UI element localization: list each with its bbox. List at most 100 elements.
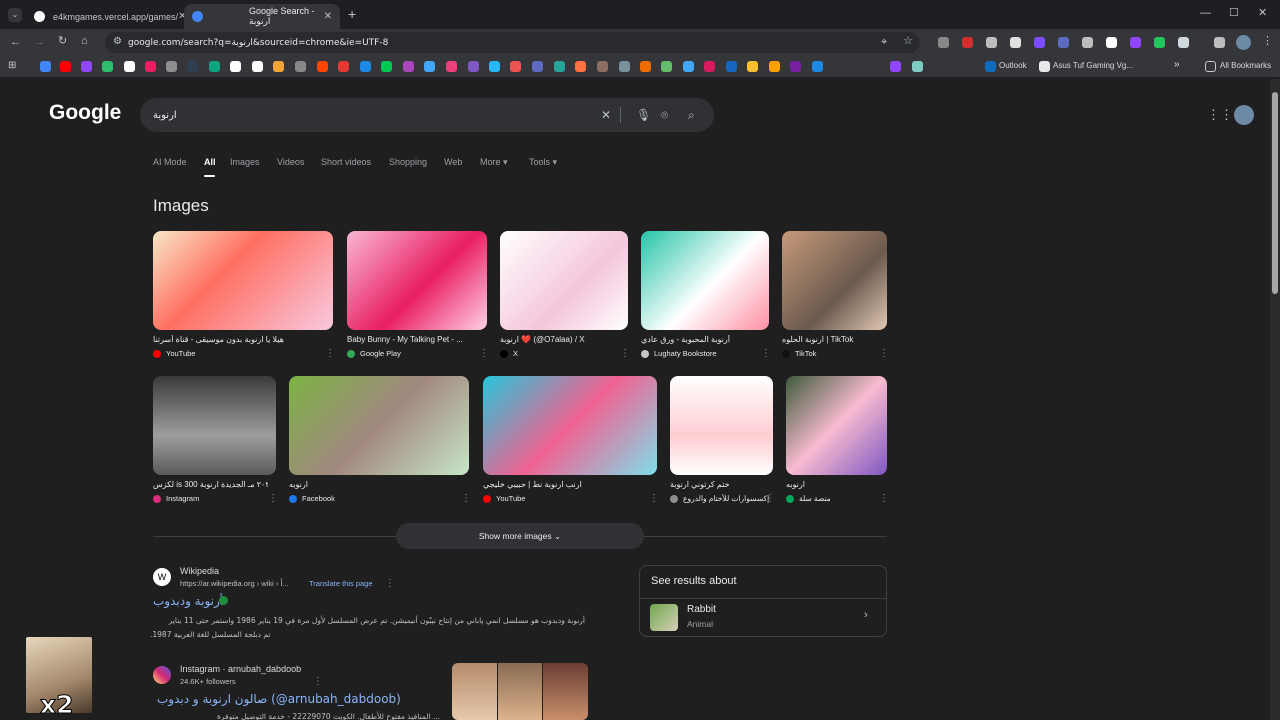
image-title[interactable]: هيلا يا ارنوبة بدون موسيقى - قناة أسرتنا [153, 335, 325, 344]
clear-icon[interactable]: ✕ [601, 108, 611, 122]
chevron-right-icon[interactable]: › [864, 610, 868, 621]
close-icon[interactable]: ✕ [324, 11, 332, 22]
rabbit-thumbnail[interactable] [650, 604, 678, 631]
more-options-icon[interactable]: ⋮ [761, 348, 771, 359]
bookmark-outlook[interactable]: Outlook [999, 61, 1027, 70]
bookmark-icon[interactable] [230, 61, 241, 72]
bookmark-icon[interactable] [166, 61, 177, 72]
tab-videos[interactable]: Videos [277, 157, 304, 167]
site-info-icon[interactable]: ⚙ [113, 37, 122, 47]
more-options-icon[interactable]: ⋮ [765, 493, 775, 504]
mic-icon[interactable]: 🎙 [636, 108, 651, 122]
tab-tools[interactable]: Tools ▾ [529, 157, 557, 168]
translate-link[interactable]: Translate this page [309, 579, 373, 588]
tab-short-videos[interactable]: Short videos [321, 157, 371, 167]
bookmark-icon[interactable] [81, 61, 92, 72]
tab-e4kmgames[interactable]: e4kmgames.vercel.app/games/ ✕ [26, 4, 186, 29]
home-icon[interactable]: ⌂ [81, 36, 88, 47]
image-title[interactable]: ارنوبة الحلوه | TikTok [782, 335, 879, 344]
scrollbar-thumb[interactable] [1272, 92, 1278, 294]
bookmark-asus[interactable]: Asus Tuf Gaming Vg... [1053, 61, 1133, 70]
more-options-icon[interactable]: ⋮ [313, 676, 323, 687]
tab-shopping[interactable]: Shopping [389, 157, 427, 167]
new-tab-button[interactable]: + [348, 7, 356, 21]
image-thumbnail[interactable] [782, 231, 887, 330]
bookmark-icon[interactable] [890, 61, 901, 72]
image-thumbnail[interactable] [153, 231, 333, 330]
bookmark-icon[interactable] [145, 61, 156, 72]
search-input[interactable] [153, 109, 533, 121]
extension-icon[interactable] [1130, 37, 1141, 48]
bookmark-icon[interactable] [102, 61, 113, 72]
camera-icon[interactable]: ⌾ [661, 108, 668, 123]
tab-search-button[interactable]: ⌄ [8, 8, 22, 22]
bookmark-icon[interactable] [403, 61, 414, 72]
google-logo[interactable]: Google [49, 101, 121, 125]
bookmark-icon[interactable] [424, 61, 435, 72]
result-thumbnail[interactable] [452, 663, 497, 720]
image-thumbnail[interactable] [786, 376, 887, 475]
tab-all[interactable]: All [204, 157, 216, 167]
bookmark-icon[interactable] [381, 61, 392, 72]
bookmark-icon[interactable] [619, 61, 630, 72]
entity-name[interactable]: Rabbit [687, 604, 716, 615]
apps-grid-icon[interactable]: ⊞ [8, 61, 16, 71]
image-title[interactable]: ارنوبة ❤️ (@O7alaa) / X [500, 335, 620, 344]
extension-icon[interactable] [1058, 37, 1069, 48]
bookmark-icon[interactable] [532, 61, 543, 72]
menu-icon[interactable]: ⋮ [1262, 36, 1273, 47]
bookmark-icon[interactable] [575, 61, 586, 72]
bookmark-icon[interactable] [360, 61, 371, 72]
bookmark-icon[interactable] [317, 61, 328, 72]
image-title[interactable]: ارنب ارنوبة نط | حبيبي خليجي [483, 480, 649, 489]
location-icon[interactable]: ⌖ [881, 37, 887, 48]
extension-icon[interactable] [1154, 37, 1165, 48]
more-options-icon[interactable]: ⋮ [879, 348, 889, 359]
bookmark-star-icon[interactable]: ☆ [903, 36, 913, 47]
extension-icon[interactable] [1178, 37, 1189, 48]
url-text[interactable]: google.com/search?q=ارنوبة&sourceid=chro… [128, 38, 388, 48]
tab-images[interactable]: Images [230, 157, 260, 167]
search-icon[interactable]: ⌕ [688, 108, 695, 123]
result-url[interactable]: https://ar.wikipedia.org › wiki › أ... [180, 579, 289, 588]
bookmark-icon[interactable] [683, 61, 694, 72]
bookmark-icon[interactable] [40, 61, 51, 72]
bookmark-icon[interactable] [252, 61, 263, 72]
bookmark-icon[interactable] [597, 61, 608, 72]
search-box[interactable]: ✕ 🎙 ⌾ ⌕ [140, 98, 714, 132]
bookmark-icon[interactable] [338, 61, 349, 72]
bookmark-icon[interactable] [747, 61, 758, 72]
tab-more[interactable]: More ▾ [480, 157, 508, 168]
more-options-icon[interactable]: ⋮ [479, 348, 489, 359]
tab-google-search[interactable]: Google Search - ارنوبة ✕ [184, 4, 340, 29]
result-thumbnail[interactable] [543, 663, 588, 720]
apps-grid-icon[interactable]: ⋮⋮ [1207, 108, 1233, 121]
bookmark-icon[interactable] [446, 61, 457, 72]
bookmark-icon[interactable] [468, 61, 479, 72]
more-options-icon[interactable]: ⋮ [461, 493, 471, 504]
bookmark-icon[interactable] [812, 61, 823, 72]
bookmark-icon[interactable] [295, 61, 306, 72]
image-title[interactable]: Baby Bunny - My Talking Pet - ... [347, 335, 479, 344]
image-thumbnail[interactable] [289, 376, 469, 475]
back-icon[interactable]: ← [10, 37, 21, 48]
extension-icon[interactable] [1214, 37, 1225, 48]
outlook-icon[interactable] [985, 61, 996, 72]
maximize-button[interactable]: ☐ [1229, 8, 1239, 19]
bookmark-icon[interactable] [187, 61, 198, 72]
image-thumbnail[interactable] [483, 376, 657, 475]
bookmark-icon[interactable] [726, 61, 737, 72]
show-more-images-button[interactable]: Show more images ⌄ [396, 523, 644, 549]
image-title[interactable]: أرنوبة المحبوبة - ورق عادي [641, 335, 761, 344]
image-title[interactable]: لكزس is 300 ٢٠٢٤ مـ الجديدة ارنوبة [153, 480, 268, 489]
more-options-icon[interactable]: ⋮ [268, 493, 278, 504]
bookmark-icon[interactable] [790, 61, 801, 72]
account-avatar[interactable] [1234, 105, 1254, 125]
bookmark-icon[interactable] [209, 61, 220, 72]
extension-icon[interactable] [1010, 37, 1021, 48]
asus-icon[interactable] [1039, 61, 1050, 72]
reload-icon[interactable]: ↻ [58, 36, 67, 47]
image-thumbnail[interactable] [347, 231, 487, 330]
result-thumbnail[interactable] [498, 663, 542, 720]
result-title-link[interactable]: صالون ارنوبة و دبدوب (@arnubah_dabdoob) [157, 692, 401, 706]
